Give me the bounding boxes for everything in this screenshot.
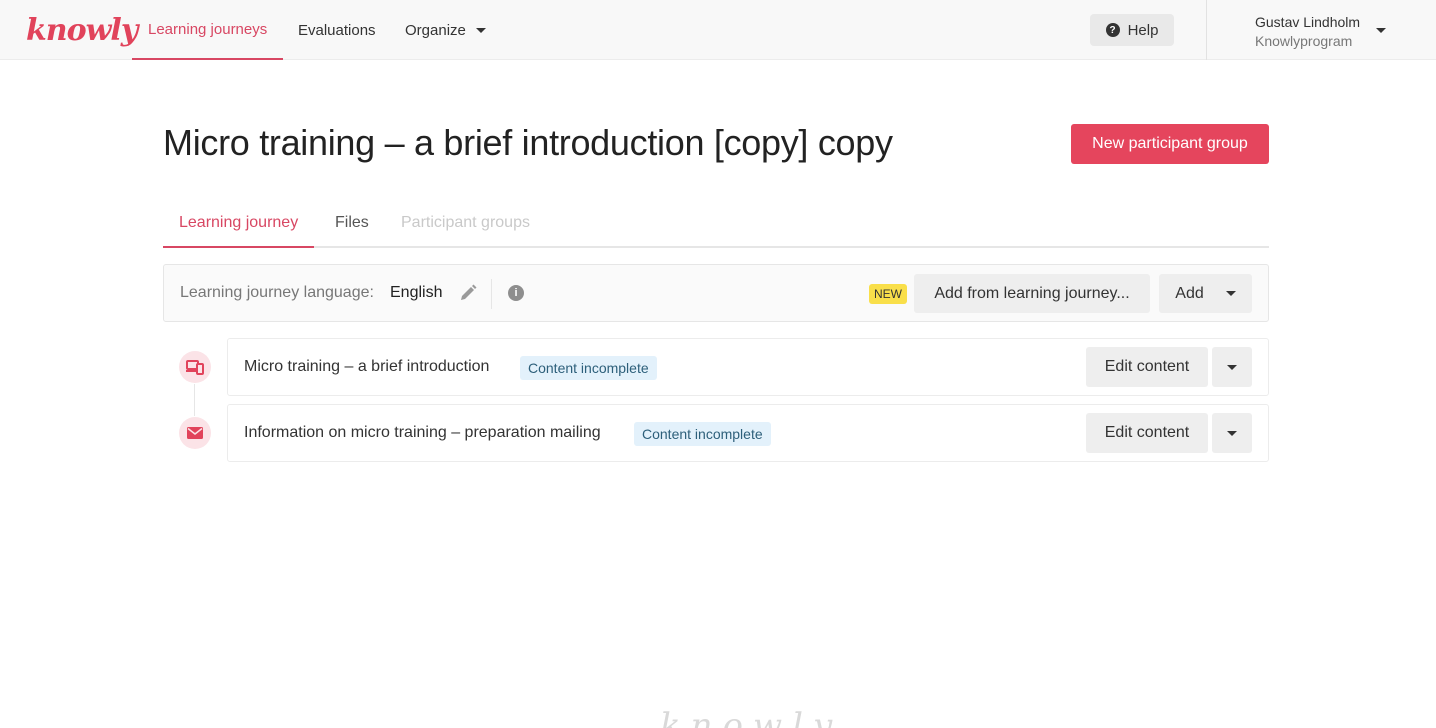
tab-bar: Learning journey Files Participant group… [163,200,1269,248]
toolbar-divider [491,279,492,309]
nav-learning-journeys[interactable]: Learning journeys [132,0,284,60]
page-title: Micro training – a brief introduction [c… [163,122,893,163]
chevron-down-icon [1227,430,1237,436]
journey-toolbar: Learning journey language: English i NEW… [163,264,1269,322]
language-label: Learning journey language: [180,284,374,301]
nav-evaluations-label: Evaluations [298,21,376,39]
user-menu-chevron-down-icon[interactable] [1376,28,1386,33]
nav-learning-journeys-label: Learning journeys [148,20,268,38]
user-name: Gustav Lindholm [1255,14,1361,30]
new-participant-group-button[interactable]: New participant group [1071,124,1269,164]
timeline-connector [194,384,195,416]
tab-files-label: Files [335,214,369,231]
list-item[interactable]: Information on micro training – preparat… [227,404,1269,462]
help-label: Help [1127,21,1159,39]
footer-logo: knowly [660,706,843,728]
item-options-dropdown[interactable] [1212,347,1252,387]
item-title: Information on micro training – preparat… [244,424,601,441]
nav-evaluations[interactable]: Evaluations [282,0,392,60]
knowly-logo[interactable]: knowly [26,6,138,54]
envelope-icon [179,417,211,449]
add-from-learning-journey-label: Add from learning journey... [934,284,1130,302]
devices-icon [179,351,211,383]
nav-organize-dropdown[interactable]: Organize [389,0,502,60]
new-badge: NEW [869,284,907,304]
tab-learning-journey-label: Learning journey [179,214,299,231]
language-value: English [390,284,443,301]
help-button[interactable]: ? Help [1090,14,1174,46]
item-options-dropdown[interactable] [1212,413,1252,453]
list-item[interactable]: Micro training – a brief introduction Co… [227,338,1269,396]
tab-learning-journey[interactable]: Learning journey [163,200,315,248]
add-dropdown-button[interactable]: Add [1159,274,1252,313]
question-circle-icon: ? [1105,23,1120,37]
item-title: Micro training – a brief introduction [244,358,490,375]
logo-text: knowly [26,12,138,48]
user-menu[interactable]: Gustav Lindholm Knowlyprogram [1255,13,1360,50]
tab-participant-groups-label: Participant groups [401,214,530,231]
top-navigation-bar: knowly Learning journeys Evaluations Org… [0,0,1436,60]
add-label: Add [1175,284,1204,302]
tab-participant-groups: Participant groups [385,200,546,246]
tab-files[interactable]: Files [319,200,385,246]
info-icon[interactable]: i [508,285,524,301]
chevron-down-icon [1225,291,1236,296]
edit-content-button[interactable]: Edit content [1086,413,1208,453]
chevron-down-icon [1227,364,1237,370]
user-divider [1206,0,1207,60]
status-badge: Content incomplete [634,422,771,446]
user-organization: Knowlyprogram [1255,33,1353,49]
status-badge: Content incomplete [520,356,657,380]
edit-content-label: Edit content [1104,424,1190,441]
chevron-down-icon [475,27,486,33]
pencil-icon[interactable] [458,283,478,303]
nav-organize-label: Organize [405,21,466,39]
edit-content-label: Edit content [1104,358,1190,375]
add-from-learning-journey-button[interactable]: Add from learning journey... [914,274,1150,313]
edit-content-button[interactable]: Edit content [1086,347,1208,387]
